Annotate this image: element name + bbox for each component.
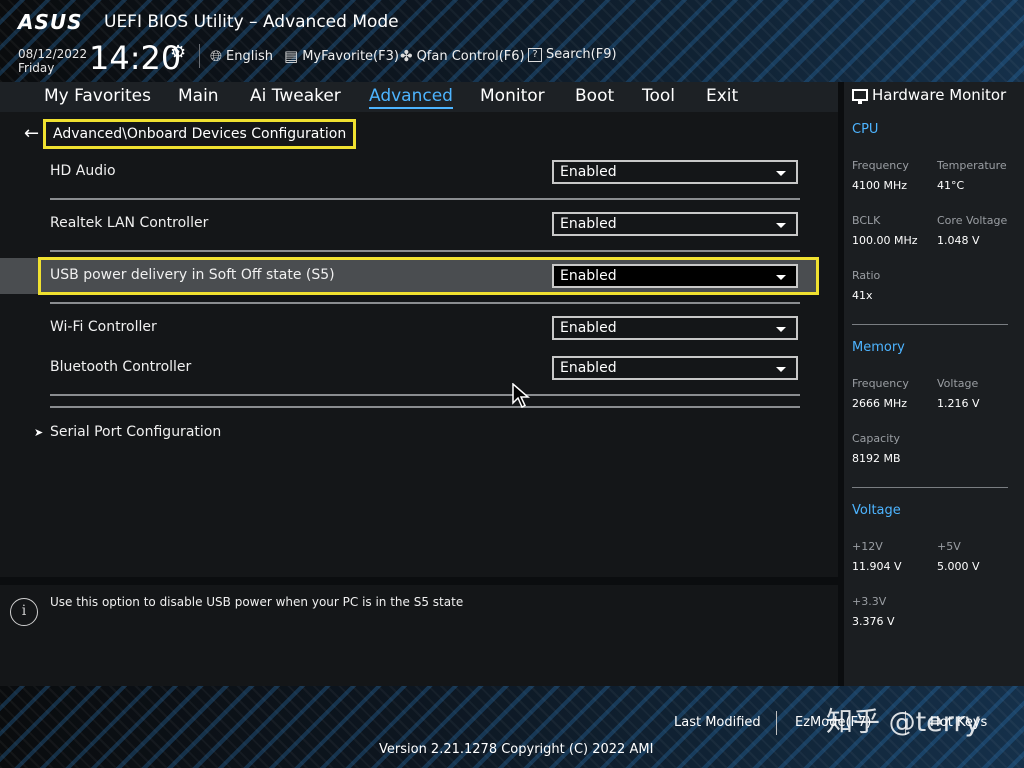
hardware-monitor-label: Hardware Monitor xyxy=(872,86,1007,104)
monitor-divider xyxy=(852,324,1008,325)
date-text: 08/12/2022 xyxy=(18,47,88,61)
tab-tool[interactable]: Tool xyxy=(642,86,675,106)
monitor-divider xyxy=(852,487,1008,488)
watermark: 知乎 @terry xyxy=(826,707,981,738)
cpu-core-voltage-value: 1.048 V xyxy=(937,234,980,247)
chevron-down-icon xyxy=(776,367,786,372)
memory-voltage-value: 1.216 V xyxy=(937,397,980,410)
cpu-temperature-label: Temperature xyxy=(937,159,1007,172)
cpu-ratio-value: 41x xyxy=(852,289,873,302)
memory-frequency-value: 2666 MHz xyxy=(852,397,908,410)
clock-display[interactable]: 14:20 xyxy=(89,40,181,76)
setting-label-realtek-lan: Realtek LAN Controller xyxy=(50,215,209,231)
tab-boot[interactable]: Boot xyxy=(575,86,614,106)
hd-audio-select[interactable]: Enabled xyxy=(552,160,798,184)
version-text: Version 2.21.1278 Copyright (C) 2022 AMI xyxy=(379,742,654,757)
cpu-temperature-value: 41°C xyxy=(937,179,965,192)
language-button[interactable]: 🌐︎ English xyxy=(210,47,273,65)
highlight-frame xyxy=(38,257,819,295)
tab-exit[interactable]: Exit xyxy=(706,86,738,106)
cpu-bclk-label: BCLK xyxy=(852,214,881,227)
memory-frequency-label: Frequency xyxy=(852,377,909,390)
language-label: English xyxy=(226,48,273,64)
realtek-lan-select[interactable]: Enabled xyxy=(552,212,798,236)
info-icon: i xyxy=(10,598,38,626)
setting-label-wifi: Wi-Fi Controller xyxy=(50,319,157,335)
submenu-serial-port[interactable]: Serial Port Configuration xyxy=(50,424,221,440)
last-modified-button[interactable]: Last Modified xyxy=(674,715,761,730)
cpu-frequency-value: 4100 MHz xyxy=(852,179,908,192)
search-label: Search(F9) xyxy=(546,47,617,62)
qfan-control-button[interactable]: ✤ Qfan Control(F6) xyxy=(400,47,525,65)
setting-label-bluetooth: Bluetooth Controller xyxy=(50,359,192,375)
question-icon: ? xyxy=(528,47,542,62)
wifi-value: Enabled xyxy=(560,320,617,336)
hardware-monitor-title: Hardware Monitor xyxy=(852,86,1006,104)
memory-capacity-value: 8192 MB xyxy=(852,452,901,465)
bluetooth-select[interactable]: Enabled xyxy=(552,356,798,380)
cpu-ratio-label: Ratio xyxy=(852,269,881,282)
favorite-list-icon: ▤ xyxy=(284,47,299,65)
bluetooth-value: Enabled xyxy=(560,360,617,376)
chevron-down-icon xyxy=(776,171,786,176)
tab-advanced[interactable]: Advanced xyxy=(369,86,453,109)
breadcrumb: Advanced\Onboard Devices Configuration xyxy=(43,119,357,149)
hd-audio-value: Enabled xyxy=(560,164,617,180)
chevron-down-icon xyxy=(776,223,786,228)
header-separator xyxy=(199,44,200,68)
voltage-section-title: Voltage xyxy=(852,503,901,518)
memory-voltage-label: Voltage xyxy=(937,377,979,390)
row-divider xyxy=(50,394,800,396)
v33-label: +3.3V xyxy=(852,595,887,608)
qfan-label: Qfan Control(F6) xyxy=(416,48,525,64)
search-button[interactable]: ? Search(F9) xyxy=(528,47,617,62)
v5-label: +5V xyxy=(937,540,961,553)
day-text: Friday xyxy=(18,61,55,75)
tab-my-favorites[interactable]: My Favorites xyxy=(44,86,151,106)
chevron-right-icon: ➤ xyxy=(34,426,44,439)
setting-label-hd-audio: HD Audio xyxy=(50,163,116,179)
mouse-cursor-icon xyxy=(512,383,530,409)
memory-capacity-label: Capacity xyxy=(852,432,901,445)
row-divider xyxy=(50,406,800,408)
tab-monitor[interactable]: Monitor xyxy=(480,86,545,106)
tab-ai-tweaker[interactable]: Ai Tweaker xyxy=(250,86,341,106)
v12-value: 11.904 V xyxy=(852,560,902,573)
cpu-section-title: CPU xyxy=(852,122,879,137)
cpu-bclk-value: 100.00 MHz xyxy=(852,234,918,247)
realtek-lan-value: Enabled xyxy=(560,216,617,232)
date-display: 08/12/2022 Friday xyxy=(18,47,87,75)
cpu-frequency-label: Frequency xyxy=(852,159,909,172)
wifi-select[interactable]: Enabled xyxy=(552,316,798,340)
app-title: UEFI BIOS Utility – Advanced Mode xyxy=(104,12,399,32)
footer-separator xyxy=(776,711,777,735)
fan-icon: ✤ xyxy=(400,47,413,65)
row-divider xyxy=(50,198,800,200)
cpu-core-voltage-label: Core Voltage xyxy=(937,214,1008,227)
chevron-down-icon xyxy=(776,327,786,332)
v5-value: 5.000 V xyxy=(937,560,980,573)
help-text: Use this option to disable USB power whe… xyxy=(50,595,464,609)
monitor-icon xyxy=(852,89,868,104)
my-favorite-button[interactable]: ▤ MyFavorite(F3) xyxy=(284,47,399,65)
my-favorite-label: MyFavorite(F3) xyxy=(302,48,399,64)
memory-section-title: Memory xyxy=(852,340,905,355)
asus-logo: ASUS xyxy=(18,10,83,34)
globe-icon: 🌐︎ xyxy=(210,47,223,65)
gear-icon[interactable]: ⚙ xyxy=(170,42,186,63)
row-divider xyxy=(50,302,800,304)
back-arrow-icon[interactable]: ← xyxy=(24,123,39,144)
v33-value: 3.376 V xyxy=(852,615,895,628)
v12-label: +12V xyxy=(852,540,883,553)
tab-main[interactable]: Main xyxy=(178,86,219,106)
row-divider xyxy=(50,250,800,252)
